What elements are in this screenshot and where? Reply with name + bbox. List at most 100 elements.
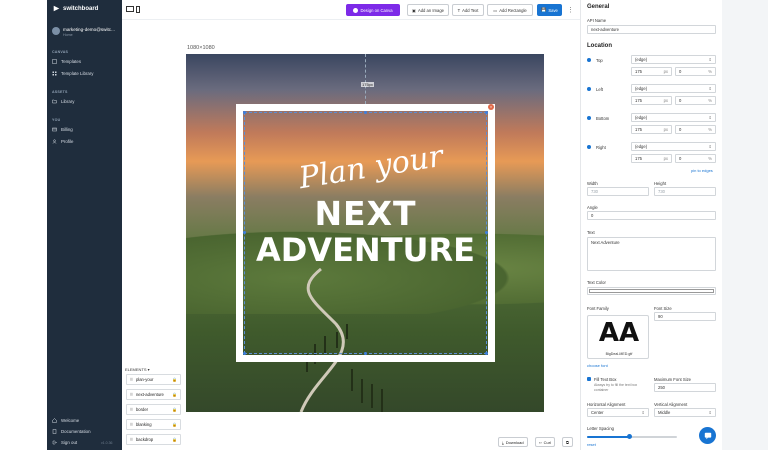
design-on-canva-button[interactable]: Design on Canva <box>346 4 400 16</box>
sidebar-item-billing[interactable]: Billing <box>52 127 73 132</box>
desktop-icon[interactable] <box>126 6 134 12</box>
fill-text-box-label: Fill Text Box <box>594 377 617 382</box>
copy-button[interactable]: ⧉ <box>562 437 573 447</box>
sidebar-item-welcome[interactable]: Welcome <box>52 418 79 423</box>
lock-icon[interactable]: 🔒 <box>172 437 177 442</box>
unit-px: px <box>663 127 668 132</box>
account-switcher[interactable]: marketing-demo@switc... Home <box>52 27 115 37</box>
slider-thumb[interactable] <box>626 434 632 439</box>
resize-handle[interactable] <box>485 111 488 114</box>
chevron-updown-icon: ⇕ <box>708 57 712 62</box>
api-name-label: API Name <box>587 18 607 23</box>
list-item[interactable]: ⠿ next-adventure 🔒 <box>126 389 181 400</box>
input-value: 175 <box>635 156 642 161</box>
drag-handle-icon[interactable]: ⠿ <box>130 422 133 427</box>
font-preview[interactable]: AA BigDeal-MED.gtf <box>587 315 649 359</box>
sidebar-item-templates[interactable]: Templates <box>52 59 81 64</box>
top-pct-input[interactable]: 0% <box>675 67 716 76</box>
curl-button[interactable]: ‹› Curl <box>535 437 556 447</box>
download-button[interactable]: ⤓ Download <box>498 437 528 447</box>
sidebar-item-library[interactable]: Library <box>52 99 74 104</box>
right-anchor-select[interactable]: (edge) ⇕ <box>631 142 716 151</box>
sidebar-item-profile[interactable]: Profile <box>52 139 73 144</box>
resize-handle[interactable] <box>485 352 488 355</box>
section-you: YOU <box>52 118 61 122</box>
left-pct-input[interactable]: 0% <box>675 96 716 105</box>
drag-handle-icon[interactable]: ⠿ <box>130 392 133 397</box>
angle-input[interactable]: 0 <box>587 211 716 220</box>
resize-handle[interactable] <box>485 231 488 234</box>
reset-link[interactable]: reset <box>587 442 596 447</box>
top-px-input[interactable]: 175 px <box>631 67 672 76</box>
left-radio[interactable] <box>587 87 591 91</box>
list-item[interactable]: ⠿ border 🔒 <box>126 404 181 415</box>
left-px-input[interactable]: 175 px <box>631 96 672 105</box>
add-image-button[interactable]: ▣ Add an Image <box>407 4 449 16</box>
sidebar-item-sign-out[interactable]: Sign out <box>52 440 77 445</box>
font-size-input[interactable]: 90 <box>654 312 716 321</box>
lock-icon[interactable]: 🔒 <box>172 407 177 412</box>
more-options-icon[interactable]: ⋮ <box>567 6 574 14</box>
chat-support-button[interactable] <box>699 427 716 444</box>
api-name-input[interactable]: next-adventure <box>587 25 716 34</box>
drag-handle-icon[interactable]: ⠿ <box>130 377 133 382</box>
folder-icon <box>52 99 57 104</box>
horizontal-alignment-select[interactable]: Center ⇕ <box>587 408 649 417</box>
lock-icon[interactable]: 🔒 <box>172 392 177 397</box>
vertical-alignment-select[interactable]: Middle ⇕ <box>654 408 716 417</box>
font-preview-glyphs: AA <box>598 318 640 348</box>
close-icon[interactable]: × <box>488 104 494 110</box>
brand-logo[interactable]: switchboard <box>53 5 98 12</box>
max-font-size-input[interactable]: 250 <box>654 383 716 392</box>
mobile-icon[interactable] <box>136 6 140 13</box>
text-color-picker[interactable] <box>587 287 716 295</box>
resize-handle[interactable] <box>243 231 246 234</box>
text-color-label: Text Color <box>587 280 606 285</box>
resize-handle[interactable] <box>243 111 246 114</box>
bottom-px-input[interactable]: 175 px <box>631 125 672 134</box>
sidebar-item-template-library[interactable]: Template Library <box>52 71 93 76</box>
bottom-radio[interactable] <box>587 116 591 120</box>
save-button[interactable]: 💾 Save <box>537 4 562 16</box>
height-label: Height <box>654 181 667 186</box>
selection-box[interactable] <box>244 112 487 354</box>
select-value: (edge) <box>635 86 648 91</box>
width-input[interactable]: 730 <box>587 187 649 196</box>
list-item[interactable]: ⠿ backdrop 🔒 <box>126 434 181 445</box>
sidebar-item-label: Template Library <box>61 71 94 76</box>
bottom-pct-input[interactable]: 0% <box>675 125 716 134</box>
device-toggle[interactable] <box>126 6 140 13</box>
right-pct-input[interactable]: 0% <box>675 154 716 163</box>
height-input[interactable]: 730 <box>654 187 716 196</box>
input-value: 175 <box>635 127 642 132</box>
choose-font-link[interactable]: choose font <box>587 363 608 368</box>
resize-handle[interactable] <box>243 352 246 355</box>
fill-text-box-checkbox[interactable] <box>587 377 591 381</box>
top-radio[interactable] <box>587 58 591 62</box>
add-text-button[interactable]: T Add Text <box>452 4 484 16</box>
pin-to-edges-link[interactable]: pin to edges <box>691 168 713 173</box>
left-anchor-select[interactable]: (edge) ⇕ <box>631 84 716 93</box>
resize-handle[interactable] <box>364 352 367 355</box>
right-radio[interactable] <box>587 145 591 149</box>
bottom-anchor-select[interactable]: (edge) ⇕ <box>631 113 716 122</box>
chevron-updown-icon: ⇕ <box>708 144 712 149</box>
drag-handle-icon[interactable]: ⠿ <box>130 437 133 442</box>
right-px-input[interactable]: 175 px <box>631 154 672 163</box>
resize-handle[interactable] <box>364 111 367 114</box>
drag-handle-icon[interactable]: ⠿ <box>130 407 133 412</box>
sidebar-item-documentation[interactable]: Documentation <box>52 429 91 434</box>
list-item[interactable]: ⠿ blanking 🔒 <box>126 419 181 430</box>
unit-px: px <box>663 98 668 103</box>
text-textarea[interactable]: Next Adventure <box>587 237 716 271</box>
element-label: border <box>135 407 149 412</box>
text-icon: T <box>457 7 461 13</box>
add-rectangle-button[interactable]: ▭ Add Rectangle <box>487 4 533 16</box>
list-item[interactable]: ⠿ plan-your 🔒 <box>126 374 181 385</box>
width-label: Width <box>587 181 598 186</box>
letter-spacing-slider[interactable] <box>587 434 677 439</box>
lock-icon[interactable]: 🔒 <box>172 377 177 382</box>
lock-icon[interactable]: 🔒 <box>172 422 177 427</box>
sidebar: switchboard marketing-demo@switc... Home… <box>47 0 122 450</box>
top-anchor-select[interactable]: (edge) ⇕ <box>631 55 716 64</box>
